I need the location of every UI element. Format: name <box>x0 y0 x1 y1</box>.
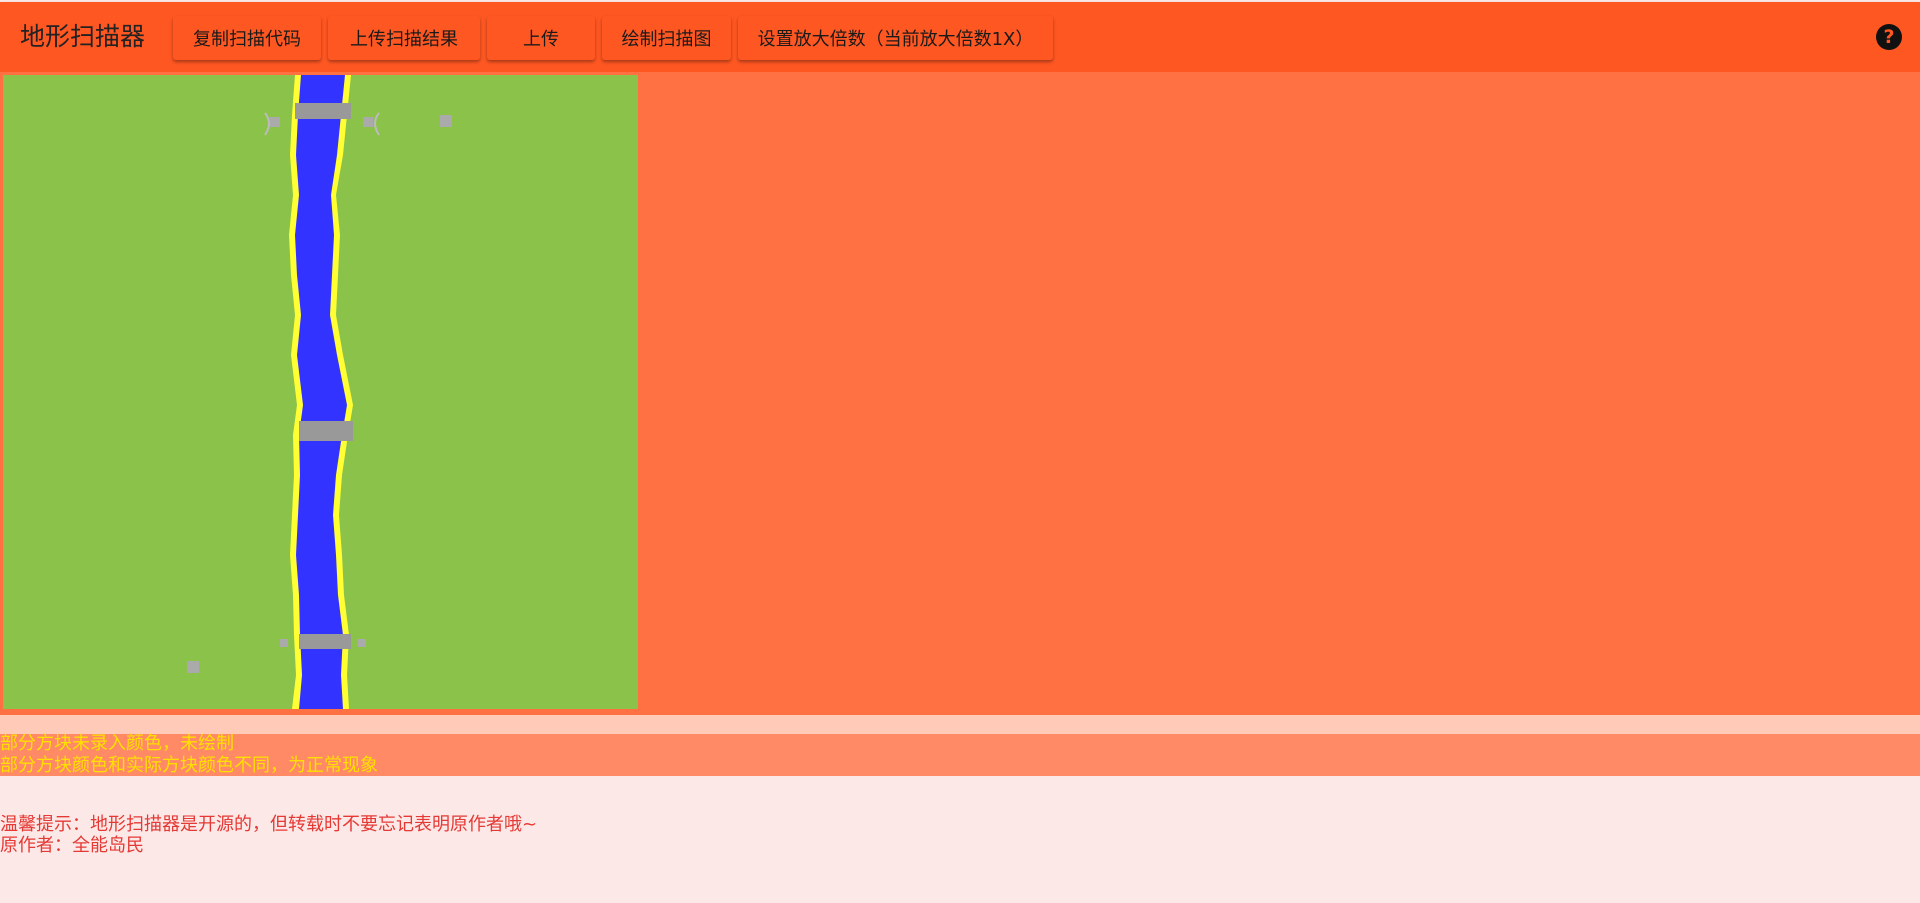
open-source-tip: 温馨提示：地形扫描器是开源的，但转载时不要忘记表明原作者哦~ <box>0 814 538 835</box>
warning-color-mismatch: 部分方块颜色和实际方块颜色不同，为正常现象 <box>0 755 378 776</box>
terrain-scan-map <box>3 75 638 709</box>
set-zoom-button[interactable]: 设置放大倍数（当前放大倍数1X） <box>738 16 1053 60</box>
original-author: 原作者：全能岛民 <box>0 835 144 856</box>
app-bar: 地形扫描器 复制扫描代码 上传扫描结果 上传 绘制扫描图 设置放大倍数（当前放大… <box>0 2 1920 72</box>
copy-scan-code-button[interactable]: 复制扫描代码 <box>173 16 321 60</box>
upload-scan-result-button[interactable]: 上传扫描结果 <box>328 16 480 60</box>
app-title: 地形扫描器 <box>20 22 146 51</box>
upload-button[interactable]: 上传 <box>487 16 595 60</box>
help-icon[interactable]: ? <box>1876 24 1902 50</box>
warning-unrecorded-colors: 部分方块未录入颜色，未绘制 <box>0 733 234 754</box>
divider-band <box>0 715 1920 734</box>
draw-scan-map-button[interactable]: 绘制扫描图 <box>602 16 731 60</box>
